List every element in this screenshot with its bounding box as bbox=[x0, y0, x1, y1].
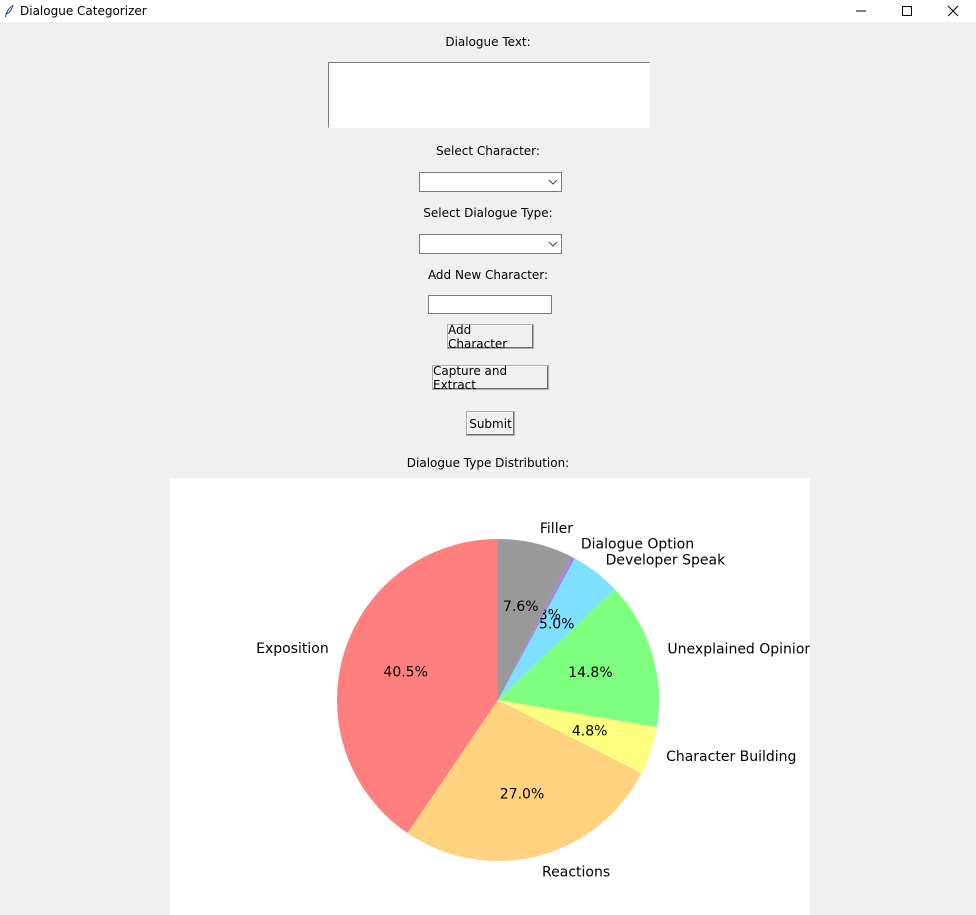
window-title: Dialogue Categorizer bbox=[20, 4, 147, 18]
pie-percent-label: 14.8% bbox=[568, 665, 612, 681]
pie-label: Dialogue Option bbox=[581, 536, 694, 552]
pie-label: Character Building bbox=[666, 749, 796, 765]
dialogue-type-label: Select Dialogue Type: bbox=[423, 206, 553, 220]
new-character-label: Add New Character: bbox=[427, 268, 549, 282]
new-character-input[interactable] bbox=[428, 295, 552, 314]
close-icon bbox=[947, 5, 959, 17]
dialogue-text-area[interactable] bbox=[328, 62, 650, 128]
pie-label: Exposition bbox=[256, 641, 329, 657]
chevron-down-icon bbox=[548, 179, 558, 185]
distribution-label: Dialogue Type Distribution: bbox=[406, 456, 570, 470]
dialogue-type-select[interactable] bbox=[419, 234, 562, 254]
pie-label: Filler bbox=[540, 521, 573, 537]
close-button[interactable] bbox=[930, 0, 976, 22]
capture-and-extract-button[interactable]: Capture and Extract bbox=[432, 364, 549, 392]
add-character-button[interactable]: Add Character bbox=[447, 323, 534, 351]
title-bar: Dialogue Categorizer bbox=[0, 0, 976, 22]
chevron-down-icon bbox=[548, 241, 558, 247]
pie-label: Unexplained Opinion bbox=[667, 641, 810, 657]
pie-percent-label: 27.0% bbox=[500, 787, 544, 803]
feather-icon bbox=[5, 4, 14, 17]
pie-percent-label: 7.6% bbox=[503, 599, 539, 615]
pie-chart: Exposition 40.5% Reactions 27.0% Character B… bbox=[256, 521, 810, 881]
pie-label: Developer Speak bbox=[606, 552, 726, 568]
submit-button[interactable]: Submit bbox=[466, 411, 515, 436]
pie-percent-label: 4.8% bbox=[572, 723, 608, 739]
minimize-icon bbox=[856, 10, 866, 12]
maximize-button[interactable] bbox=[884, 0, 930, 22]
character-label: Select Character: bbox=[436, 144, 540, 158]
maximize-icon bbox=[902, 6, 912, 16]
pie-label: Reactions bbox=[542, 865, 610, 881]
window-controls bbox=[838, 0, 976, 22]
dialogue-text-label: Dialogue Text: bbox=[445, 35, 531, 49]
minimize-button[interactable] bbox=[838, 0, 884, 22]
pie-chart-panel: Exposition 40.5% Reactions 27.0% Character B… bbox=[170, 478, 810, 915]
pie-percent-label: 40.5% bbox=[383, 665, 427, 681]
character-select[interactable] bbox=[419, 172, 562, 192]
